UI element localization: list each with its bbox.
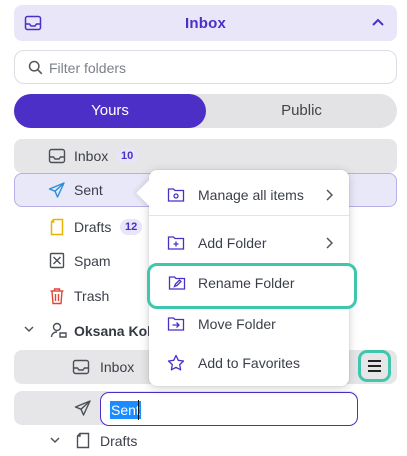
document-icon xyxy=(76,432,90,449)
folder-label: Spam xyxy=(74,253,111,269)
inbox-icon xyxy=(72,358,90,376)
header-title: Inbox xyxy=(185,14,226,32)
hamburger-icon xyxy=(368,360,381,372)
folder-label: Drafts xyxy=(100,433,138,449)
tab-public[interactable]: Public xyxy=(206,94,397,128)
inbox-icon xyxy=(24,14,42,32)
menu-item-label: Add to Favorites xyxy=(198,355,300,371)
menu-item-label: Rename Folder xyxy=(198,275,295,291)
folder-settings-icon xyxy=(167,186,185,203)
folder-filter[interactable] xyxy=(14,50,397,84)
subfolder-item-drafts[interactable]: Drafts xyxy=(40,429,240,453)
chevron-right-icon xyxy=(326,237,333,249)
paper-plane-icon xyxy=(48,181,66,199)
menu-item-add-folder[interactable]: Add Folder xyxy=(149,226,349,260)
spam-icon xyxy=(49,252,65,269)
menu-item-label: Add Folder xyxy=(198,235,267,251)
selected-text: Sent xyxy=(110,401,141,419)
folder-label: Sent xyxy=(74,182,103,198)
chevron-right-icon xyxy=(326,189,333,201)
folder-pane-header[interactable]: Inbox xyxy=(14,5,397,41)
folder-add-icon xyxy=(167,234,185,251)
unread-count-badge: 10 xyxy=(116,148,139,164)
text-cursor xyxy=(138,400,139,420)
folder-move-icon xyxy=(167,315,185,332)
inbox-icon xyxy=(48,147,66,165)
chevron-down-icon[interactable] xyxy=(24,326,34,333)
rename-folder-input[interactable]: Sent xyxy=(100,392,358,426)
menu-item-rename-folder[interactable]: Rename Folder xyxy=(147,263,357,309)
folder-label: Drafts xyxy=(74,219,112,235)
menu-divider xyxy=(149,215,349,216)
folder-label: Trash xyxy=(74,288,110,304)
menu-item-label: Move Folder xyxy=(198,316,276,332)
shared-user-icon xyxy=(50,321,68,339)
ownership-toggle: Yours Public xyxy=(14,94,397,128)
menu-item-manage-all-items[interactable]: Manage all items xyxy=(149,178,349,212)
search-icon xyxy=(28,60,43,75)
account-name: Oksana Koli xyxy=(74,323,155,339)
filter-folders-input[interactable] xyxy=(47,57,381,79)
chevron-down-icon[interactable] xyxy=(50,437,60,444)
menu-item-add-to-favorites[interactable]: Add to Favorites xyxy=(149,346,349,380)
star-icon xyxy=(167,354,185,371)
draft-document-icon xyxy=(49,218,65,236)
folder-label: Inbox xyxy=(100,359,135,375)
menu-item-label: Manage all items xyxy=(198,187,304,203)
menu-item-move-folder[interactable]: Move Folder xyxy=(149,307,349,341)
folder-item-inbox[interactable]: Inbox 10 xyxy=(14,139,397,173)
paper-plane-icon xyxy=(74,399,92,417)
chevron-up-icon[interactable] xyxy=(371,17,385,27)
tab-yours[interactable]: Yours xyxy=(14,94,206,128)
folder-label: Inbox xyxy=(74,148,109,164)
folder-context-menu: Manage all items Add Folder Rename Folde… xyxy=(136,170,357,386)
trash-icon xyxy=(49,287,65,305)
folder-edit-icon xyxy=(168,274,186,291)
folder-options-button[interactable] xyxy=(358,350,391,382)
unread-count-badge: 12 xyxy=(120,219,143,235)
